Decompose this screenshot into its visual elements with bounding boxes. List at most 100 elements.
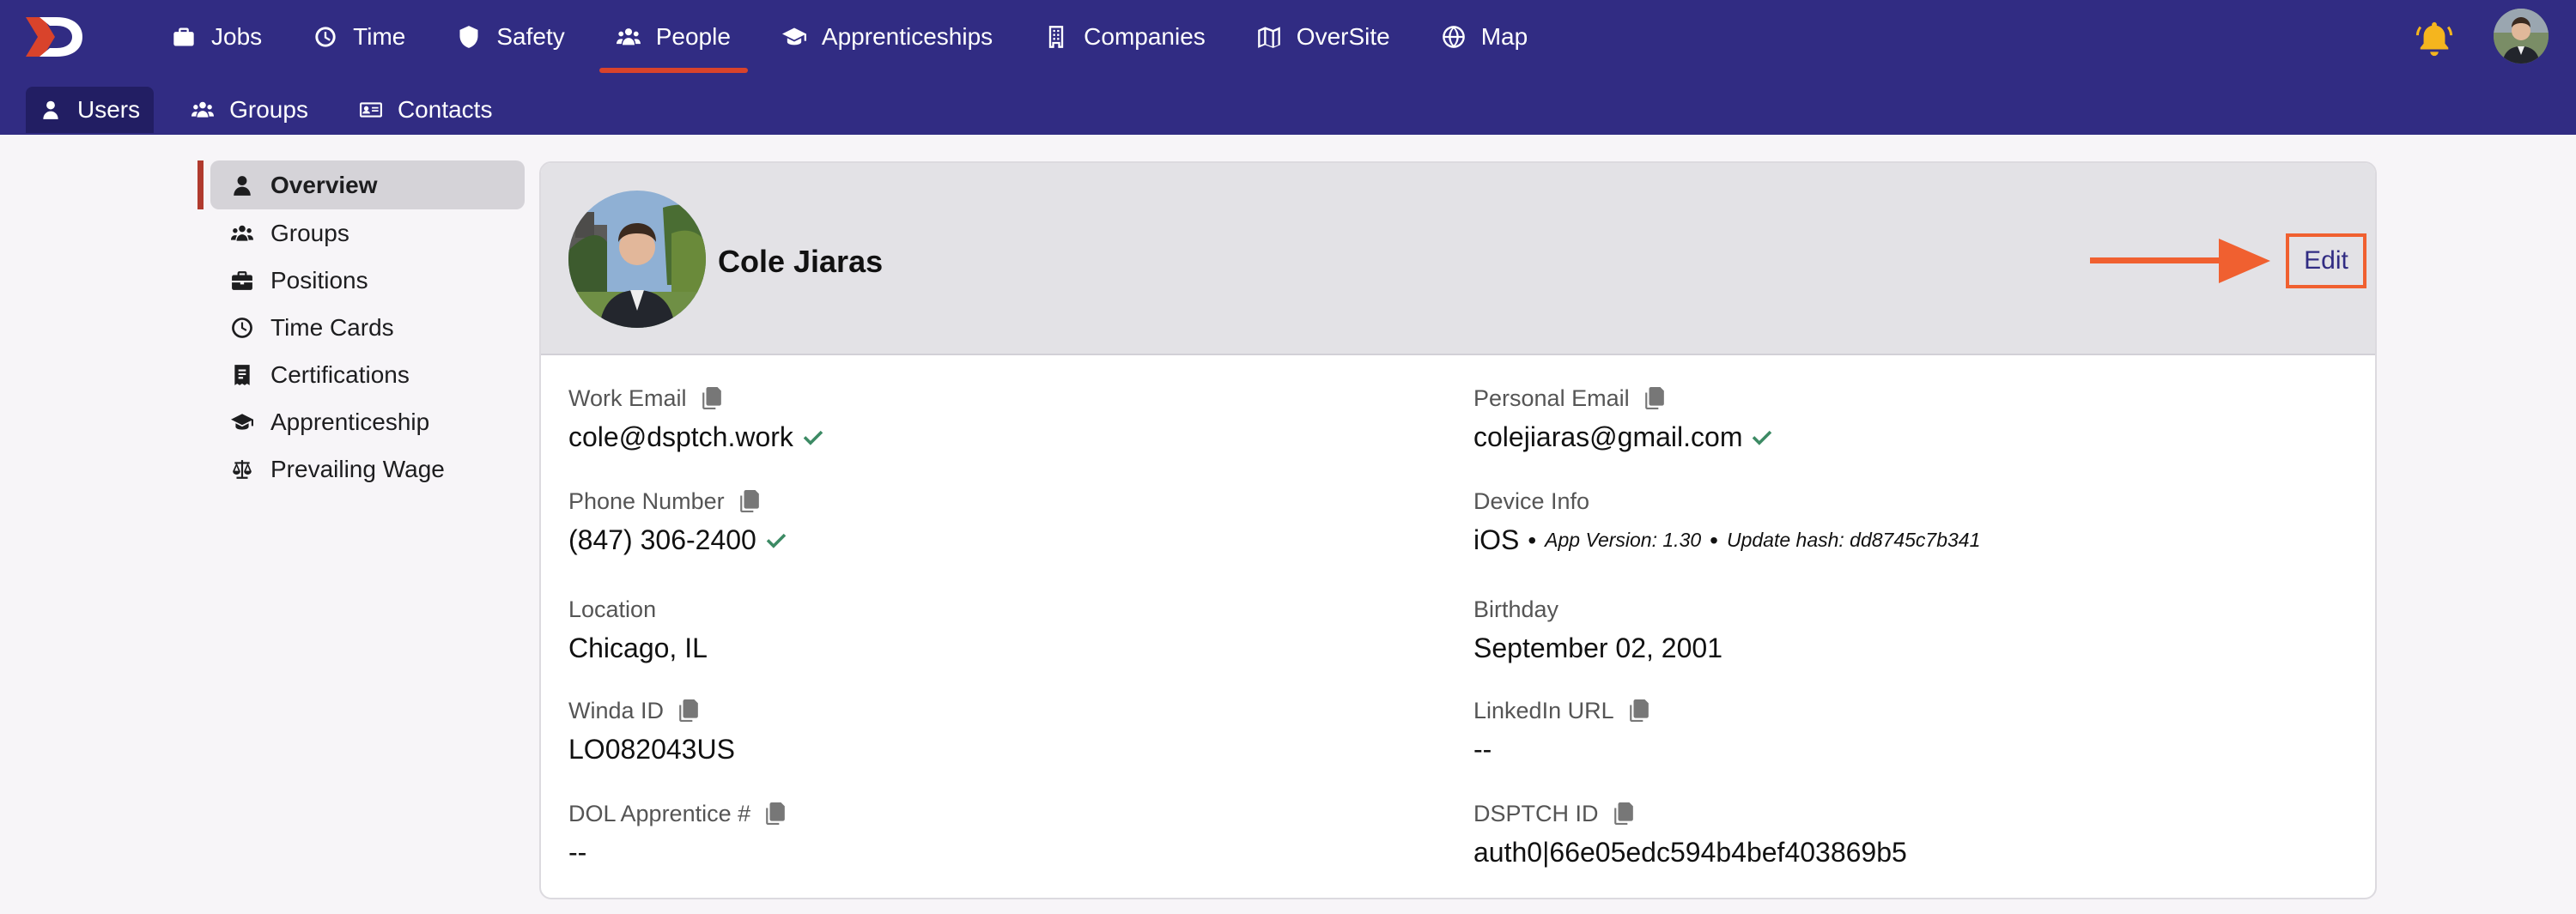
field-value: Chicago, IL [568, 633, 708, 663]
shield-icon [459, 25, 478, 48]
nav-companies[interactable]: Companies [1027, 0, 1223, 73]
side-item-groups[interactable]: Groups [210, 209, 525, 257]
nav-oversite-label: OverSite [1296, 22, 1390, 50]
nav-time-label: Time [353, 22, 406, 50]
device-os: iOS [1473, 524, 1520, 555]
side-item-label: Certifications [270, 360, 410, 388]
people-icon [616, 27, 641, 45]
side-item-apprenticeship[interactable]: Apprenticeship [210, 398, 525, 445]
side-item-prevailing-wage[interactable]: Prevailing Wage [210, 445, 525, 493]
nav-safety[interactable]: Safety [440, 0, 581, 73]
bell-icon[interactable] [2415, 19, 2454, 58]
side-item-overview[interactable]: Overview [210, 160, 525, 209]
nav-time[interactable]: Time [296, 0, 422, 73]
side-item-label: Positions [270, 266, 368, 294]
copy-icon[interactable] [1629, 699, 1649, 722]
copy-icon[interactable] [766, 802, 785, 825]
edit-button[interactable]: Edit [2286, 233, 2366, 288]
field-dol-apprentice: DOL Apprentice # -- [568, 799, 785, 869]
field-work-email: Work Email cole@dsptch.work [568, 384, 826, 453]
user-avatar[interactable] [2494, 9, 2549, 64]
side-item-certifications[interactable]: Certifications [210, 351, 525, 398]
field-birthday: Birthday September 02, 2001 [1473, 595, 1722, 664]
subnav-groups[interactable]: Groups [178, 87, 322, 133]
dsptch-logo[interactable] [24, 15, 84, 58]
device-app-version: App Version: 1.30 [1545, 529, 1702, 551]
field-value: LO082043US [568, 734, 735, 765]
contact-card-icon [359, 102, 382, 118]
person-icon [43, 100, 58, 119]
verified-check-icon [766, 533, 787, 548]
scale-icon [233, 459, 252, 479]
clock-icon [232, 317, 252, 338]
side-item-positions[interactable]: Positions [210, 257, 525, 304]
subnav-contacts-label: Contacts [397, 96, 493, 123]
field-device-info: Device Info iOS • App Version: 1.30 • Up… [1473, 487, 1980, 556]
subnav-groups-label: Groups [229, 96, 308, 123]
map-book-icon [1257, 26, 1280, 48]
verified-check-icon [1753, 430, 1772, 445]
field-linkedin-url: LinkedIn URL -- [1473, 696, 1649, 766]
device-separator: • [1710, 526, 1718, 554]
profile-name: Cole Jiaras [718, 244, 884, 279]
side-item-label: Apprenticeship [270, 408, 430, 435]
field-label: Work Email [568, 384, 687, 411]
nav-jobs[interactable]: Jobs [155, 0, 279, 73]
field-label: Winda ID [568, 697, 665, 723]
field-value: cole@dsptch.work [568, 421, 793, 452]
graduation-cap-icon [231, 413, 253, 430]
field-value: colejiaras@gmail.com [1473, 421, 1743, 452]
field-label: Location [568, 596, 657, 622]
nav-map[interactable]: Map [1425, 0, 1545, 73]
nav-oversite[interactable]: OverSite [1240, 0, 1407, 73]
profile-header: Cole Jiaras Edit [541, 163, 2375, 355]
side-item-label: Prevailing Wage [270, 455, 445, 482]
profile-card: Cole Jiaras Edit Work Email cole@dsptch.… [539, 161, 2377, 899]
people-icon [231, 225, 253, 241]
person-icon [234, 175, 251, 196]
side-item-label: Overview [270, 171, 378, 198]
copy-icon[interactable] [739, 490, 759, 512]
main-nav: Jobs Time Safety People Apprenticeships … [155, 0, 1562, 73]
globe-icon [1442, 25, 1465, 48]
nav-people[interactable]: People [598, 0, 749, 73]
nav-jobs-label: Jobs [211, 22, 263, 50]
device-update-hash: Update hash: dd8745c7b341 [1726, 529, 1981, 551]
field-value: auth0|66e05edc594b4bef403869b5 [1473, 837, 1907, 868]
side-active-marker [197, 160, 204, 209]
copy-icon[interactable] [1613, 802, 1633, 825]
nav-safety-label: Safety [496, 22, 565, 50]
nav-apprenticeships-label: Apprenticeships [821, 22, 993, 50]
copy-icon[interactable] [679, 699, 698, 722]
sub-nav: Users Groups Contacts [26, 86, 530, 134]
copy-icon[interactable] [1644, 387, 1664, 409]
field-winda-id: Winda ID LO082043US [568, 696, 735, 766]
field-label: DSPTCH ID [1473, 800, 1599, 826]
briefcase-icon [173, 27, 194, 45]
building-icon [1048, 25, 1064, 48]
field-value: (847) 306-2400 [568, 524, 756, 555]
field-label: Personal Email [1473, 384, 1630, 411]
top-bar: Jobs Time Safety People Apprenticeships … [0, 0, 2576, 135]
field-label: Birthday [1473, 596, 1559, 622]
side-item-label: Groups [270, 219, 349, 246]
subnav-users-label: Users [77, 96, 141, 123]
arrow-annotation-icon [2090, 239, 2270, 283]
field-dsptch-id: DSPTCH ID auth0|66e05edc594b4bef403869b5 [1473, 799, 1907, 869]
field-location: Location Chicago, IL [568, 595, 708, 664]
verified-check-icon [803, 430, 823, 445]
subnav-contacts[interactable]: Contacts [346, 87, 507, 133]
side-item-time-cards[interactable]: Time Cards [210, 304, 525, 351]
field-phone-number: Phone Number (847) 306-2400 [568, 487, 789, 556]
copy-icon[interactable] [702, 387, 721, 409]
side-item-label: Time Cards [270, 313, 394, 341]
field-label: Device Info [1473, 487, 1590, 514]
nav-apprenticeships[interactable]: Apprenticeships [765, 0, 1010, 73]
field-label: Phone Number [568, 487, 725, 514]
field-value: September 02, 2001 [1473, 633, 1722, 663]
people-icon [191, 101, 215, 118]
subnav-users[interactable]: Users [26, 87, 155, 133]
briefcase-icon [232, 270, 252, 290]
field-label: LinkedIn URL [1473, 697, 1614, 723]
graduation-cap-icon [781, 27, 806, 45]
